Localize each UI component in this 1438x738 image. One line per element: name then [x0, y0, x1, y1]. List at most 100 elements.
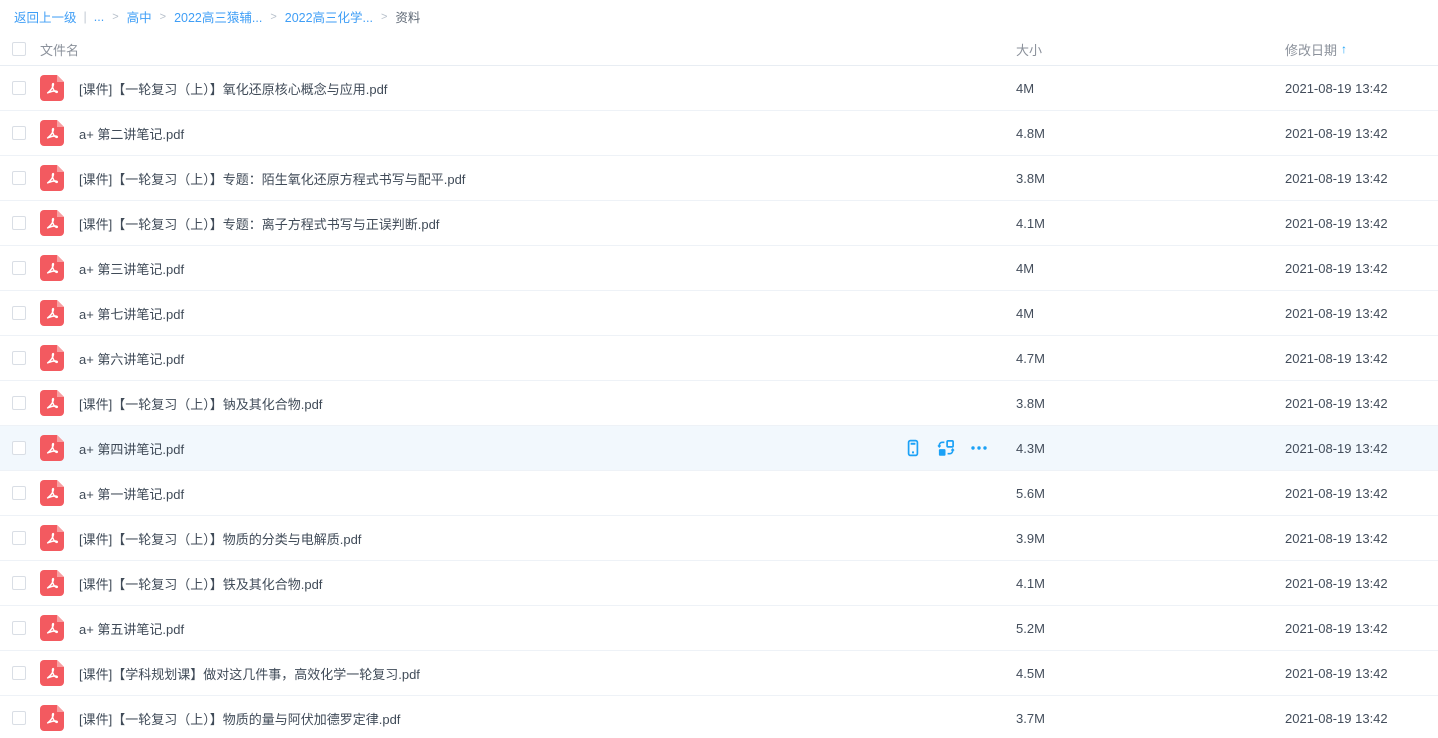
table-row[interactable]: [课件]【一轮复习（上）】物质的量与阿伏加德罗定律.pdf: [0, 696, 1438, 738]
file-date: 2021-08-19 13:42: [1285, 576, 1438, 591]
row-checkbox[interactable]: [12, 486, 26, 500]
row-checkbox[interactable]: [12, 171, 26, 185]
column-header-date[interactable]: 修改日期 ↑: [1285, 40, 1438, 59]
file-table-header: 文件名 大小 修改日期 ↑: [0, 33, 1438, 66]
file-size: 4.8M: [1016, 126, 1285, 141]
table-row[interactable]: a+ 第五讲笔记.pdf: [0, 606, 1438, 651]
more-icon[interactable]: [969, 438, 989, 458]
row-checkbox[interactable]: [12, 126, 26, 140]
breadcrumb-link-chemistry[interactable]: 2022高三化学...: [285, 7, 373, 26]
file-name-link[interactable]: a+ 第五讲笔记.pdf: [79, 619, 1016, 638]
table-row[interactable]: [课件]【一轮复习（上）】专题：陌生氧化还原方程式书写与配平.pdf: [0, 156, 1438, 201]
row-checkbox[interactable]: [12, 666, 26, 680]
file-date: 2021-08-19 13:42: [1285, 531, 1438, 546]
pdf-file-icon: [40, 75, 64, 101]
file-size: 4.7M: [1016, 351, 1285, 366]
pdf-file-icon: [40, 525, 64, 551]
breadcrumb-link-gaozhong[interactable]: 高中: [127, 7, 152, 26]
table-row[interactable]: [课件]【学科规划课】做对这几件事，高效化学一轮复习.pdf: [0, 651, 1438, 696]
file-size: 4.5M: [1016, 666, 1285, 681]
table-row[interactable]: a+ 第一讲笔记.pdf: [0, 471, 1438, 516]
table-row[interactable]: [课件]【一轮复习（上）】物质的分类与电解质.pdf: [0, 516, 1438, 561]
file-date: 2021-08-19 13:42: [1285, 441, 1438, 456]
pdf-file-icon: [40, 480, 64, 506]
select-all-checkbox[interactable]: [12, 42, 26, 56]
file-name-link[interactable]: [课件]【学科规划课】做对这几件事，高效化学一轮复习.pdf: [79, 664, 1016, 683]
breadcrumb-separator: >: [381, 11, 387, 23]
file-size: 5.6M: [1016, 486, 1285, 501]
row-checkbox[interactable]: [12, 576, 26, 590]
pdf-file-icon: [40, 165, 64, 191]
file-name-link[interactable]: [课件]【一轮复习（上）】专题：离子方程式书写与正误判断.pdf: [79, 214, 1016, 233]
file-size: 4M: [1016, 306, 1285, 321]
file-size: 4M: [1016, 261, 1285, 276]
file-table-body: [课件]【一轮复习（上）】氧化还原核心概念与应用.pdf: [0, 66, 1438, 738]
file-name-link[interactable]: [课件]【一轮复习（上）】氧化还原核心概念与应用.pdf: [79, 79, 1016, 98]
table-row[interactable]: [课件]【一轮复习（上）】钠及其化合物.pdf: [0, 381, 1438, 426]
file-name-link[interactable]: [课件]【一轮复习（上）】专题：陌生氧化还原方程式书写与配平.pdf: [79, 169, 1016, 188]
file-name-link[interactable]: [课件]【一轮复习（上）】物质的分类与电解质.pdf: [79, 529, 1016, 548]
breadcrumb-current: 资料: [395, 7, 420, 26]
row-checkbox[interactable]: [12, 306, 26, 320]
file-date: 2021-08-19 13:42: [1285, 396, 1438, 411]
file-size: 4.1M: [1016, 576, 1285, 591]
table-row[interactable]: a+ 第三讲笔记.pdf: [0, 246, 1438, 291]
row-actions: [903, 426, 989, 470]
table-row[interactable]: a+ 第二讲笔记.pdf: [0, 111, 1438, 156]
transfer-icon[interactable]: [936, 438, 956, 458]
file-date: 2021-08-19 13:42: [1285, 486, 1438, 501]
file-date: 2021-08-19 13:42: [1285, 81, 1438, 96]
pdf-file-icon: [40, 120, 64, 146]
pdf-file-icon: [40, 255, 64, 281]
row-checkbox[interactable]: [12, 261, 26, 275]
file-date: 2021-08-19 13:42: [1285, 216, 1438, 231]
pdf-file-icon: [40, 210, 64, 236]
breadcrumb-separator: >: [160, 11, 166, 23]
row-checkbox[interactable]: [12, 441, 26, 455]
file-name-link[interactable]: a+ 第二讲笔记.pdf: [79, 124, 1016, 143]
file-size: 4.1M: [1016, 216, 1285, 231]
sort-ascending-icon: ↑: [1341, 42, 1347, 56]
table-row[interactable]: a+ 第六讲笔记.pdf: [0, 336, 1438, 381]
file-name-link[interactable]: [课件]【一轮复习（上）】物质的量与阿伏加德罗定律.pdf: [79, 709, 1016, 728]
table-row[interactable]: a+ 第七讲笔记.pdf: [0, 291, 1438, 336]
row-checkbox[interactable]: [12, 216, 26, 230]
row-checkbox[interactable]: [12, 351, 26, 365]
file-size: 3.8M: [1016, 171, 1285, 186]
row-checkbox[interactable]: [12, 711, 26, 725]
file-name-link[interactable]: a+ 第一讲笔记.pdf: [79, 484, 1016, 503]
file-date: 2021-08-19 13:42: [1285, 711, 1438, 726]
file-name-link[interactable]: [课件]【一轮复习（上）】铁及其化合物.pdf: [79, 574, 1016, 593]
breadcrumb: 返回上一级 | ... > 高中 > 2022高三猿辅... > 2022高三化…: [0, 0, 1438, 33]
pdf-file-icon: [40, 705, 64, 731]
row-checkbox[interactable]: [12, 531, 26, 545]
file-name-link[interactable]: a+ 第七讲笔记.pdf: [79, 304, 1016, 323]
file-date: 2021-08-19 13:42: [1285, 261, 1438, 276]
pdf-file-icon: [40, 345, 64, 371]
file-date: 2021-08-19 13:42: [1285, 351, 1438, 366]
table-row[interactable]: a+ 第四讲笔记.pdf: [0, 426, 1438, 471]
file-size: 4.3M: [1016, 441, 1285, 456]
pdf-file-icon: [40, 570, 64, 596]
breadcrumb-back-link[interactable]: 返回上一级: [14, 7, 77, 26]
pdf-file-icon: [40, 660, 64, 686]
row-checkbox[interactable]: [12, 396, 26, 410]
file-date: 2021-08-19 13:42: [1285, 621, 1438, 636]
pdf-file-icon: [40, 435, 64, 461]
table-row[interactable]: [课件]【一轮复习（上）】氧化还原核心概念与应用.pdf: [0, 66, 1438, 111]
file-name-link[interactable]: a+ 第六讲笔记.pdf: [79, 349, 1016, 368]
file-name-link[interactable]: a+ 第四讲笔记.pdf: [79, 439, 1016, 458]
file-name-link[interactable]: a+ 第三讲笔记.pdf: [79, 259, 1016, 278]
pdf-file-icon: [40, 300, 64, 326]
file-size: 3.9M: [1016, 531, 1285, 546]
table-row[interactable]: [课件]【一轮复习（上）】铁及其化合物.pdf: [0, 561, 1438, 606]
file-size: 3.8M: [1016, 396, 1285, 411]
row-checkbox[interactable]: [12, 81, 26, 95]
table-row[interactable]: [课件]【一轮复习（上）】专题：离子方程式书写与正误判断.pdf: [0, 201, 1438, 246]
column-header-name: 文件名: [40, 40, 1016, 59]
breadcrumb-link-course[interactable]: 2022高三猿辅...: [174, 7, 262, 26]
send-to-mobile-icon[interactable]: [903, 438, 923, 458]
row-checkbox[interactable]: [12, 621, 26, 635]
breadcrumb-ellipsis-link[interactable]: ...: [94, 10, 104, 24]
file-name-link[interactable]: [课件]【一轮复习（上）】钠及其化合物.pdf: [79, 394, 1016, 413]
